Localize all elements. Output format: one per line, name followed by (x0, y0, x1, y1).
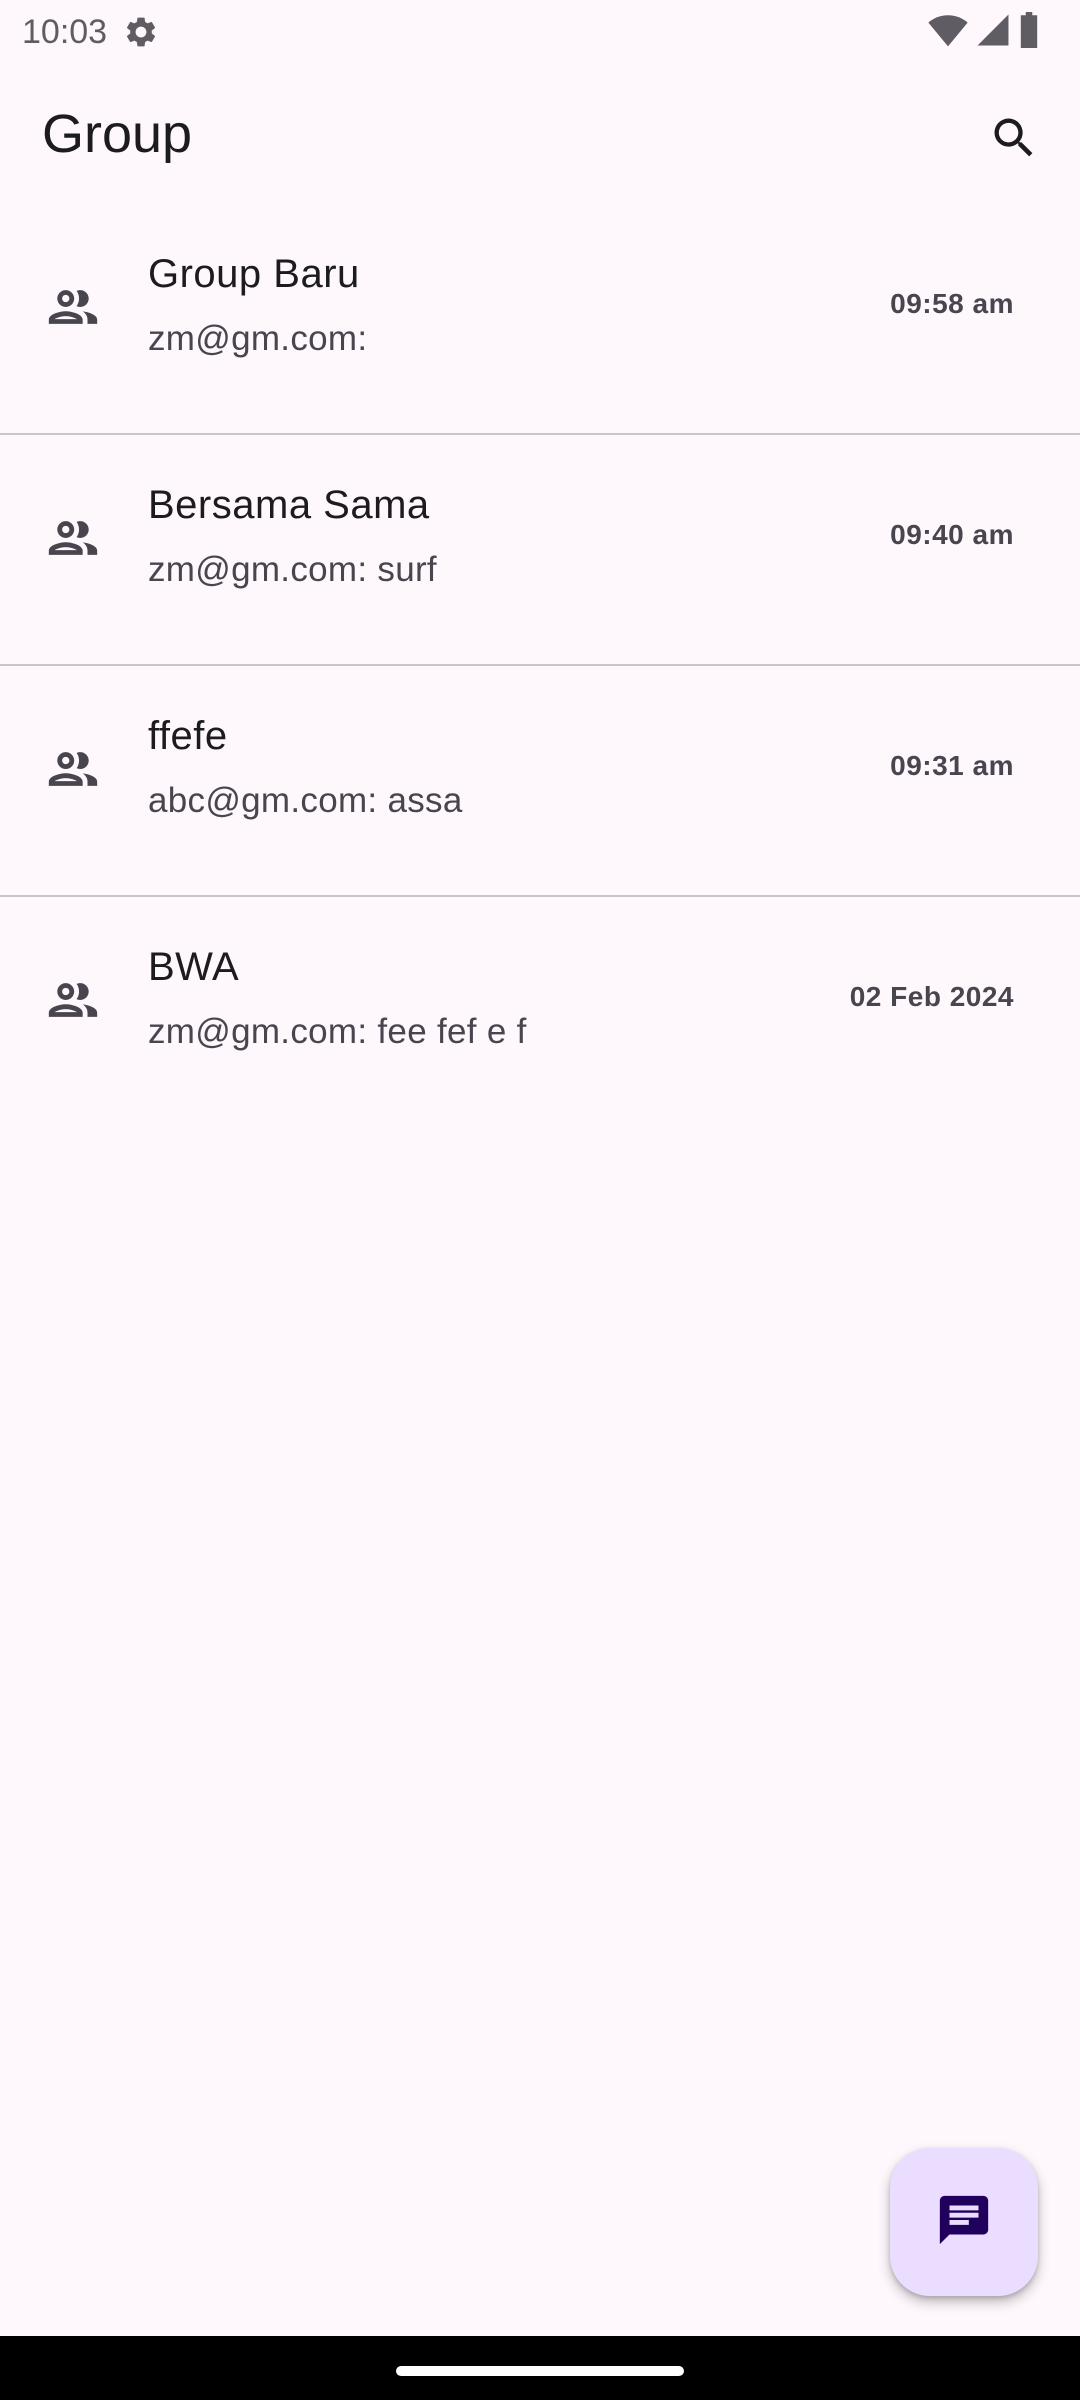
home-gesture-handle[interactable] (396, 2366, 684, 2376)
group-name: Bersama Sama (148, 483, 430, 527)
search-icon (988, 112, 1040, 169)
group-icon (42, 969, 104, 1031)
message-icon (935, 2191, 993, 2254)
search-button[interactable] (976, 102, 1052, 178)
group-icon (42, 276, 104, 338)
list-item[interactable]: Bersama Sama zm@gm.com: surf 09:40 am (0, 435, 1080, 666)
message-time: 09:58 am (890, 288, 1014, 319)
battery-icon (1018, 12, 1040, 48)
list-item[interactable]: ffefe abc@gm.com: assa 09:31 am (0, 666, 1080, 897)
last-message: zm@gm.com: fee fef e f (148, 1012, 527, 1051)
group-list: Group Baru zm@gm.com: 09:58 am Bersama S… (0, 204, 1080, 1128)
last-message: zm@gm.com: surf (148, 550, 437, 589)
message-time: 02 Feb 2024 (849, 981, 1014, 1012)
status-bar: 10:03 (0, 0, 1080, 64)
group-name: BWA (148, 945, 240, 989)
status-time: 10:03 (22, 12, 108, 51)
wifi-icon (928, 12, 968, 48)
group-name: Group Baru (148, 252, 360, 296)
last-message: abc@gm.com: assa (148, 781, 463, 820)
list-item[interactable]: BWA zm@gm.com: fee fef e f 02 Feb 2024 (0, 897, 1080, 1128)
signal-icon (976, 12, 1010, 48)
navigation-bar (0, 2336, 1080, 2400)
gear-icon (123, 14, 159, 50)
page-title: Group (42, 104, 193, 164)
message-time: 09:31 am (890, 750, 1014, 781)
last-message: zm@gm.com: (148, 319, 368, 358)
list-item[interactable]: Group Baru zm@gm.com: 09:58 am (0, 204, 1080, 435)
new-message-fab[interactable] (890, 2148, 1038, 2296)
app-bar: Group (0, 64, 1080, 204)
group-name: ffefe (148, 714, 228, 758)
group-icon (42, 507, 104, 569)
group-icon (42, 738, 104, 800)
message-time: 09:40 am (890, 519, 1014, 550)
